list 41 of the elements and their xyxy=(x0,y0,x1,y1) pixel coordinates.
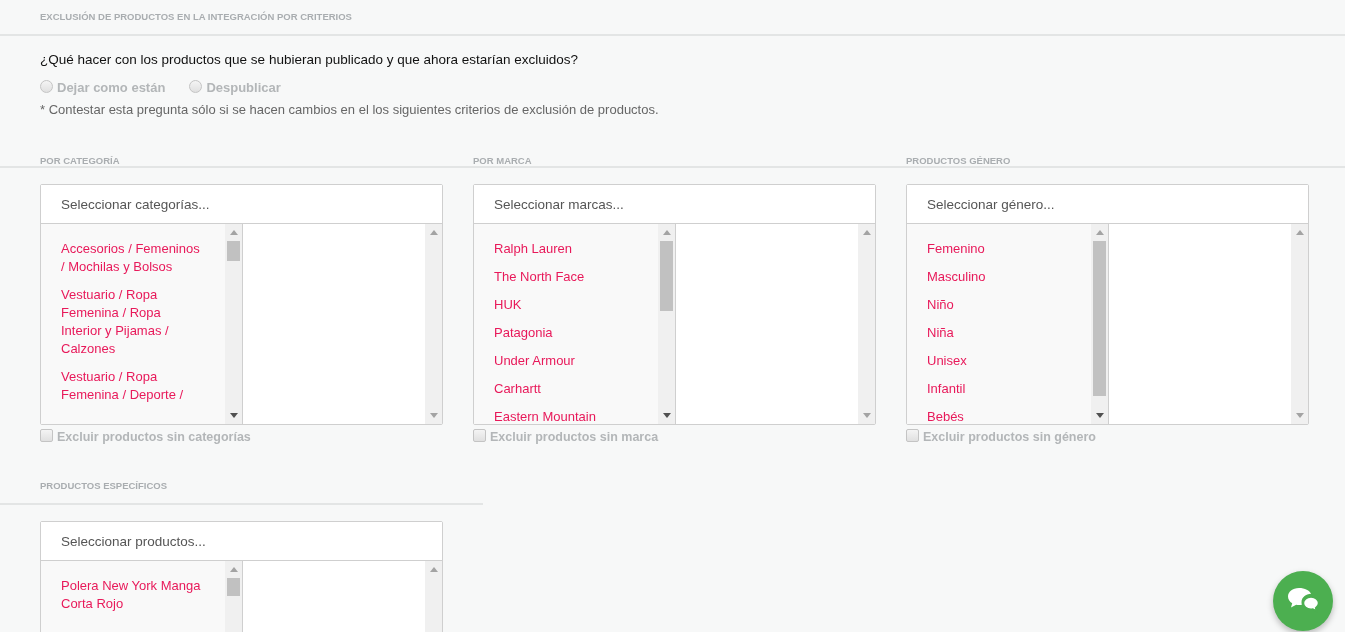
search-field[interactable]: Seleccionar productos... xyxy=(41,522,442,561)
option-item[interactable]: Vestuario / Ropa Femenina / Deporte / xyxy=(61,368,225,404)
checkbox-label: Excluir productos sin categorías xyxy=(57,430,251,444)
option-item[interactable]: Niño xyxy=(927,296,1091,314)
scrollbar[interactable] xyxy=(858,224,875,424)
scrollbar[interactable] xyxy=(658,224,675,424)
section-heading: POR MARCA xyxy=(473,155,533,166)
option-item[interactable]: The North Face xyxy=(494,268,658,286)
section-heading: PRODUCTOS GÉNERO xyxy=(906,155,1012,166)
section-heading: EXCLUSIÓN DE PRODUCTOS EN LA INTEGRACIÓN POR CRITERIOS xyxy=(40,11,353,22)
chat-button[interactable] xyxy=(1273,571,1333,631)
scrollbar[interactable] xyxy=(225,224,242,424)
option-item[interactable]: Infantil xyxy=(927,380,1091,398)
option-item[interactable]: Under Armour xyxy=(494,352,658,370)
scrollbar[interactable] xyxy=(425,224,442,424)
radio-label: Dejar como están xyxy=(57,80,166,95)
option-item[interactable]: Eastern Mountain xyxy=(494,408,658,424)
option-item[interactable]: HUK xyxy=(494,296,658,314)
question-text: ¿Qué hacer con los productos que se hubieran publicado y que ahora estarían excluidos? xyxy=(40,52,580,67)
option-item[interactable]: Unisex xyxy=(927,352,1091,370)
option-item[interactable]: Patagonia xyxy=(494,324,658,342)
option-item[interactable]: Polera New York Manga Corta Rojo xyxy=(61,577,225,613)
checkbox-label: Excluir productos sin marca xyxy=(490,430,659,444)
checkbox-label: Excluir productos sin género xyxy=(923,430,1096,444)
scrollbar[interactable] xyxy=(1291,224,1308,424)
option-item[interactable]: Niña xyxy=(927,324,1091,342)
note-text: * Contestar esta pregunta sólo si se hacen cambios en el los siguientes criterios de exclusión de productos. xyxy=(40,102,660,117)
option-item[interactable]: Bebés xyxy=(927,408,1091,424)
option-item[interactable]: Ralph Lauren xyxy=(494,240,658,258)
option-item[interactable]: Accesorios / Femeninos / Mochilas y Bolsos xyxy=(61,240,225,276)
search-field[interactable]: Seleccionar categorías... xyxy=(41,185,442,224)
section-heading: PRODUCTOS ESPECÍFICOS xyxy=(40,480,169,491)
radio-label: Despublicar xyxy=(206,80,281,95)
option-item[interactable]: Vestuario / Ropa Femenina / Ropa Interior y Pijamas / Calzones xyxy=(61,286,225,358)
search-field[interactable]: Seleccionar género... xyxy=(907,185,1308,224)
scrollbar[interactable] xyxy=(1091,224,1108,424)
option-item[interactable]: Femenino xyxy=(927,240,1091,258)
search-field[interactable]: Seleccionar marcas... xyxy=(474,185,875,224)
option-item[interactable]: Carhartt xyxy=(494,380,658,398)
option-item[interactable]: Masculino xyxy=(927,268,1091,286)
section-heading: POR CATEGORÍA xyxy=(40,155,121,166)
